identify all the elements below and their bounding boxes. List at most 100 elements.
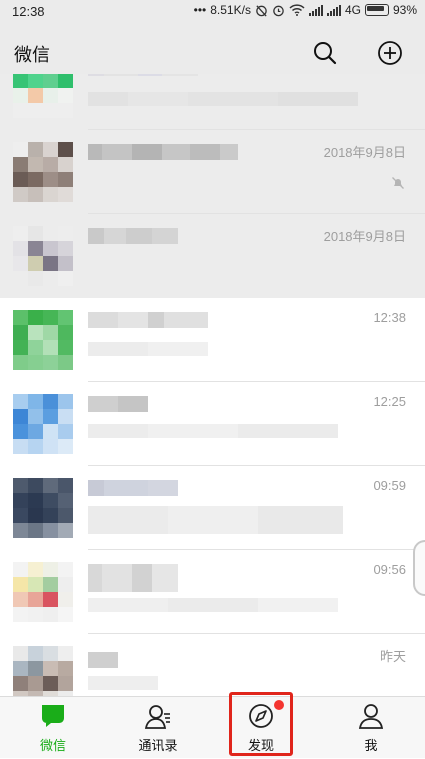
avatar-pixel	[13, 271, 28, 286]
avatar-pixel	[43, 562, 58, 577]
avatar	[13, 310, 73, 370]
avatar-pixel	[13, 478, 28, 493]
avatar-pixel	[58, 157, 73, 172]
avatar-pixel	[43, 325, 58, 340]
avatar-pixel	[58, 271, 73, 286]
avatar-pixel	[43, 256, 58, 271]
avatar-pixel	[58, 592, 73, 607]
message-preview-blurred	[88, 598, 338, 612]
avatar-pixel	[43, 661, 58, 676]
avatar-pixel	[13, 409, 28, 424]
avatar-pixel	[13, 226, 28, 241]
avatar-pixel	[28, 409, 43, 424]
battery-icon	[364, 4, 389, 16]
avatar	[13, 394, 73, 454]
chat-time: 2018年9月8日	[323, 229, 406, 244]
avatar-pixel	[43, 271, 58, 286]
chat-row[interactable]: 09:56	[0, 550, 425, 634]
avatar-pixel	[13, 340, 28, 355]
contact-name-blurred	[88, 312, 208, 328]
avatar-pixel	[13, 187, 28, 202]
avatar-pixel	[43, 439, 58, 454]
chat-time: 12:38	[373, 310, 406, 325]
tab-chats[interactable]: 微信	[13, 697, 93, 759]
avatar-pixel	[58, 646, 73, 661]
contacts-icon	[144, 705, 170, 729]
status-icons: ••• 8.51K/s 4G 93%	[194, 3, 417, 17]
avatar-pixel	[43, 607, 58, 622]
chat-row[interactable]: 2018年9月8日	[0, 214, 425, 298]
avatar-pixel	[28, 523, 43, 538]
avatar-pixel	[58, 241, 73, 256]
avatar-pixel	[43, 88, 58, 103]
tab-me[interactable]: 我	[331, 697, 411, 759]
avatar-pixel	[43, 74, 58, 88]
avatar-pixel	[58, 325, 73, 340]
chat-row[interactable]: 12:38	[0, 298, 425, 382]
chat-time: 09:59	[373, 478, 406, 493]
avatar-pixel	[13, 523, 28, 538]
avatar-pixel	[28, 88, 43, 103]
signal-icon	[308, 4, 323, 16]
avatar-pixel	[58, 523, 73, 538]
avatar-pixel	[28, 74, 43, 88]
chat-list[interactable]: 2018年9月8日 2018年9月8日 12:38 12:25 09:59 09…	[0, 74, 425, 696]
avatar-pixel	[28, 577, 43, 592]
muted-bell-icon	[392, 177, 404, 189]
chat-row[interactable]: 12:25	[0, 382, 425, 466]
avatar-pixel	[43, 142, 58, 157]
avatar	[13, 74, 73, 118]
avatar-pixel	[58, 661, 73, 676]
avatar-pixel	[28, 325, 43, 340]
avatar-pixel	[58, 142, 73, 157]
avatar-pixel	[43, 394, 58, 409]
avatar	[13, 142, 73, 202]
avatar-pixel	[13, 157, 28, 172]
signal-icon-2	[326, 4, 341, 16]
side-scroll-handle[interactable]	[413, 540, 425, 596]
avatar-pixel	[58, 394, 73, 409]
avatar-pixel	[43, 103, 58, 118]
chat-row[interactable]: 09:59	[0, 466, 425, 550]
bottom-tab-bar: 微信 通讯录 发现 我	[0, 696, 425, 758]
person-icon	[358, 704, 384, 729]
avatar-pixel	[58, 340, 73, 355]
avatar-pixel	[43, 187, 58, 202]
avatar-pixel	[13, 562, 28, 577]
avatar-pixel	[43, 478, 58, 493]
avatar-pixel	[58, 310, 73, 325]
message-preview-blurred	[88, 676, 158, 690]
avatar-pixel	[28, 508, 43, 523]
contact-name-blurred	[88, 144, 238, 160]
avatar-pixel	[43, 577, 58, 592]
avatar-pixel	[13, 103, 28, 118]
search-icon[interactable]	[310, 38, 340, 68]
tab-contacts[interactable]: 通讯录	[118, 697, 198, 759]
avatar-pixel	[13, 325, 28, 340]
tab-label: 微信	[39, 739, 66, 754]
avatar-pixel	[13, 439, 28, 454]
avatar-pixel	[58, 562, 73, 577]
message-preview-blurred	[88, 506, 343, 534]
avatar	[13, 226, 73, 286]
avatar-pixel	[28, 172, 43, 187]
plus-circle-icon[interactable]	[375, 38, 405, 68]
avatar-pixel	[58, 187, 73, 202]
status-bar: 12:38 ••• 8.51K/s 4G 93%	[0, 0, 425, 24]
avatar-pixel	[58, 226, 73, 241]
contact-name-blurred	[88, 396, 148, 412]
avatar-pixel	[43, 409, 58, 424]
avatar-pixel	[43, 676, 58, 691]
avatar-pixel	[28, 493, 43, 508]
avatar-pixel	[28, 439, 43, 454]
avatar-pixel	[13, 676, 28, 691]
chat-time: 09:56	[373, 562, 406, 577]
chat-row[interactable]: 昨天	[0, 634, 425, 696]
avatar-pixel	[43, 340, 58, 355]
chat-row[interactable]	[0, 74, 425, 130]
battery-percent: 93%	[392, 3, 417, 17]
avatar-pixel	[43, 424, 58, 439]
avatar-pixel	[28, 478, 43, 493]
chat-row[interactable]: 2018年9月8日	[0, 130, 425, 214]
contact-name-blurred	[88, 480, 178, 496]
